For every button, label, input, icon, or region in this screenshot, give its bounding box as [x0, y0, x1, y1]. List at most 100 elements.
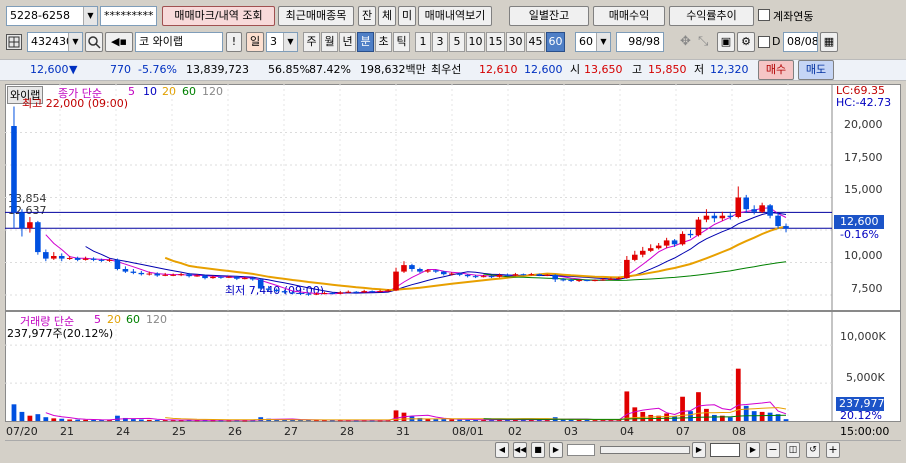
- candle-body: [584, 280, 590, 282]
- candle-body: [703, 215, 710, 220]
- candle-body: [743, 197, 750, 210]
- candle-body: [35, 222, 41, 253]
- volume-bar: [441, 419, 447, 421]
- candle-body: [679, 233, 686, 245]
- chart-canvas: [5, 84, 901, 422]
- candle-body: [727, 215, 734, 217]
- candle-body: [313, 293, 320, 295]
- fast-back-icon[interactable]: ◀◀: [513, 442, 527, 458]
- candle-body: [695, 219, 702, 236]
- volume-bar: [27, 415, 33, 421]
- stop-icon[interactable]: ■: [531, 442, 545, 458]
- candle-body: [377, 291, 383, 293]
- candle-body: [576, 280, 582, 282]
- x-tick-label: 08: [732, 425, 746, 438]
- candle-body: [639, 250, 646, 255]
- x-tick-label: 07: [676, 425, 690, 438]
- candle-body: [289, 292, 296, 294]
- candle-body: [592, 280, 598, 282]
- scroll-thumb[interactable]: [600, 446, 690, 454]
- candle-body: [242, 278, 248, 280]
- candle-body: [759, 205, 765, 212]
- candle-body: [186, 274, 192, 277]
- candle-body: [655, 245, 662, 249]
- volume-bar: [449, 419, 455, 421]
- volume-bar: [783, 419, 789, 421]
- candle-body: [27, 222, 33, 229]
- zoom-in-icon[interactable]: ▶: [746, 442, 760, 458]
- volume-bar: [712, 414, 717, 421]
- candle-body: [751, 209, 757, 212]
- candle-body: [552, 274, 558, 280]
- candle-body: [401, 265, 407, 272]
- x-tick-label: 08/01: [452, 425, 484, 438]
- x-tick-label: 02: [508, 425, 522, 438]
- candle-body: [433, 270, 439, 272]
- candle-body: [504, 274, 511, 276]
- candle-body: [202, 275, 208, 279]
- candle-body: [194, 275, 200, 277]
- candle-body: [345, 291, 352, 293]
- candle-body: [226, 276, 232, 278]
- candle-body: [154, 273, 161, 276]
- candle-body: [536, 274, 543, 276]
- volume-bar: [19, 411, 25, 421]
- candle-body: [624, 259, 630, 279]
- candle-body: [608, 278, 614, 280]
- volume-bar: [584, 419, 590, 421]
- bar-count-icon[interactable]: [710, 443, 740, 457]
- candle-body: [767, 205, 773, 216]
- candle-body: [472, 276, 479, 278]
- ma5-line: [45, 207, 787, 295]
- candle-body: [58, 256, 65, 259]
- candle-body: [249, 278, 256, 280]
- reset-icon[interactable]: ↺: [806, 442, 820, 458]
- volume-bar: [115, 415, 120, 421]
- volume-bar: [457, 419, 463, 421]
- candle-body: [43, 252, 49, 259]
- scroll-track[interactable]: [567, 444, 595, 456]
- candle-body: [361, 291, 367, 293]
- volume-bar: [743, 405, 749, 421]
- x-tick-label: 04: [620, 425, 634, 438]
- time-label: 15:00:00: [840, 425, 890, 438]
- candle-body: [616, 278, 622, 280]
- candle-body: [464, 274, 471, 277]
- candle-body: [671, 240, 678, 245]
- candle-body: [178, 274, 184, 276]
- volume-bar: [83, 419, 88, 421]
- x-tick-label: 07/20: [6, 425, 38, 438]
- candle-body: [369, 291, 375, 293]
- candle-body: [138, 272, 145, 275]
- candle-body: [393, 271, 399, 291]
- scroll-left-icon[interactable]: ◀: [495, 442, 509, 458]
- volume-bar: [130, 419, 136, 421]
- scroll-right-icon[interactable]: ▶: [692, 442, 706, 458]
- volume-bar: [704, 408, 709, 421]
- candle-body: [520, 274, 527, 276]
- candle-body: [663, 240, 670, 246]
- fit-icon[interactable]: ◫: [786, 442, 800, 458]
- x-tick-label: 27: [284, 425, 298, 438]
- candle-body: [735, 197, 742, 217]
- candle-body: [281, 291, 288, 293]
- candle-body: [568, 280, 574, 282]
- candle-body: [775, 215, 781, 227]
- volume-bar: [43, 417, 49, 421]
- candle-body: [265, 288, 272, 290]
- candle-body: [11, 126, 17, 213]
- play-icon[interactable]: ▶: [549, 442, 563, 458]
- volume-bar: [59, 418, 65, 421]
- minus-icon[interactable]: −: [766, 442, 780, 458]
- candle-body: [297, 293, 304, 295]
- plus-icon[interactable]: +: [826, 442, 840, 458]
- volume-bar: [727, 417, 733, 421]
- x-tick-label: 24: [116, 425, 130, 438]
- candle-body: [417, 269, 423, 272]
- candle-body: [385, 290, 391, 292]
- candle-body: [106, 259, 113, 261]
- candle-body: [66, 257, 73, 259]
- volume-bar: [138, 419, 144, 421]
- x-tick-label: 25: [172, 425, 186, 438]
- x-tick-label: 28: [340, 425, 354, 438]
